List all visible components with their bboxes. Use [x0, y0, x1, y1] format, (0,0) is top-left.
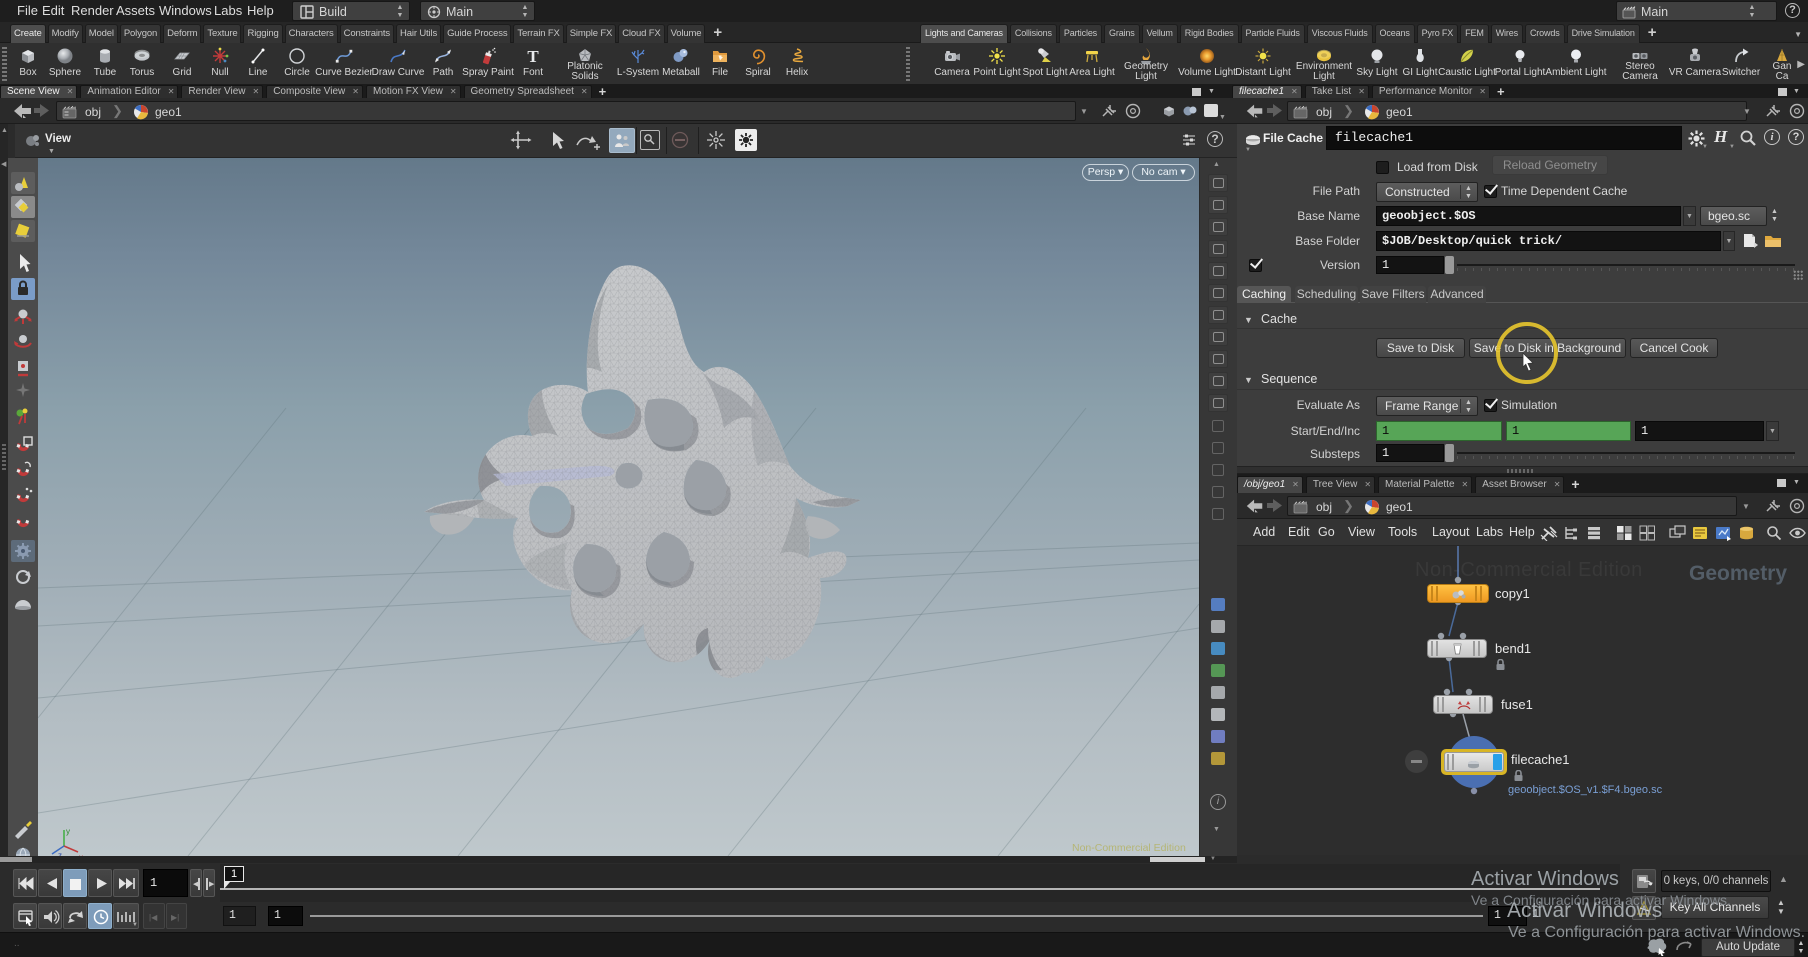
svg-text:T: T: [527, 47, 539, 66]
svg-text:y: y: [66, 827, 70, 836]
